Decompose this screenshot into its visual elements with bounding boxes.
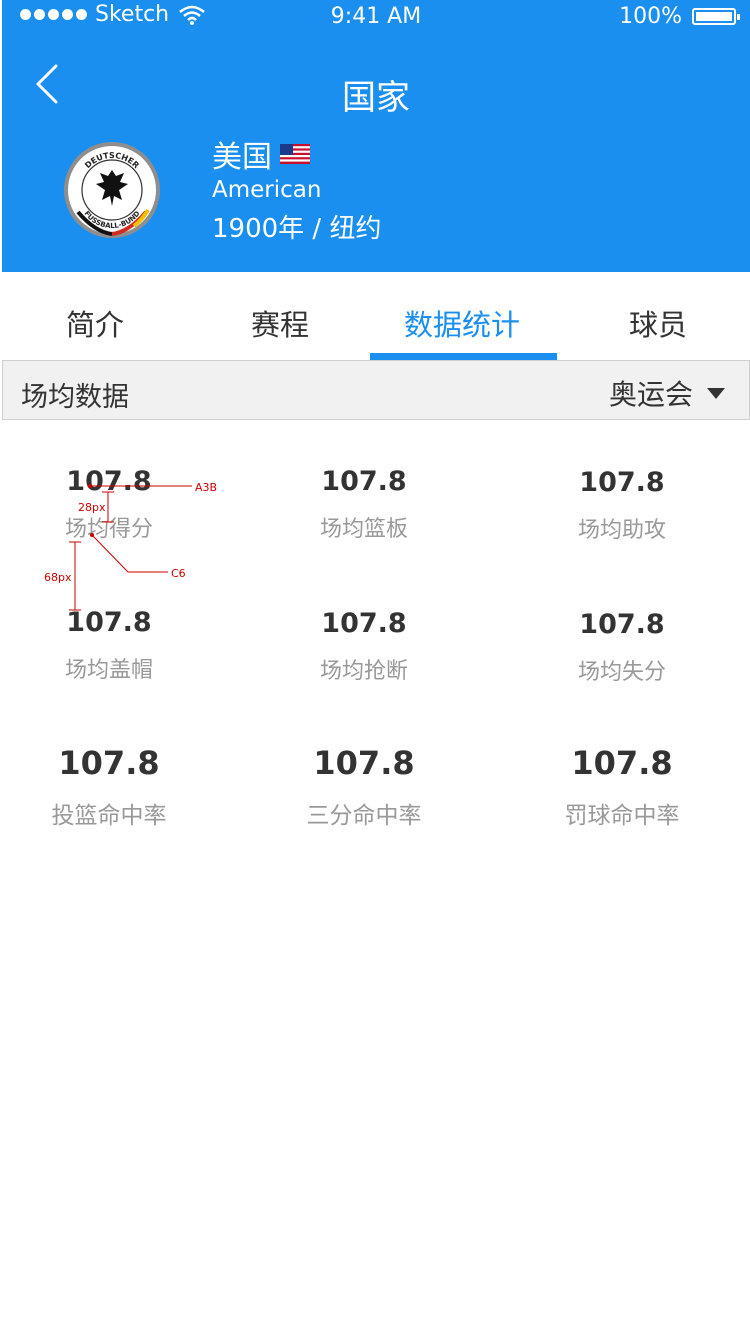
stat-label: 投篮命中率 [51, 803, 167, 829]
stat-label: 场均抢断 [319, 659, 408, 684]
section-header: 场均数据 奥运会 [2, 360, 750, 420]
stat-assists: 107.8 场均助攻 [507, 467, 737, 544]
annot-spacing-68: 68px [44, 571, 72, 584]
stat-label: 场均失分 [577, 660, 666, 685]
team-english-name: American [212, 177, 322, 203]
stat-value: 107.8 [321, 466, 407, 497]
stat-ft-percentage: 107.8 罚球命中率 [507, 744, 737, 830]
tab-schedule[interactable]: 赛程 [251, 302, 309, 344]
header: Sketch 9:41 AM 100% 国家 DEUTSCHER FUSSBAL… [2, 0, 750, 272]
stat-label: 场均得分 [64, 517, 153, 542]
us-flag-icon [280, 144, 310, 164]
team-name: 美国 [212, 140, 272, 175]
stat-label: 场均篮板 [319, 517, 408, 542]
battery-indicator: 100% [619, 4, 740, 29]
team-logo: DEUTSCHER FUSSBALL-BUND [64, 142, 160, 238]
stat-value: 107.8 [571, 744, 673, 782]
stat-points-allowed: 107.8 场均失分 [507, 609, 737, 686]
stat-value: 107.8 [579, 467, 665, 498]
stat-value: 107.8 [66, 466, 152, 497]
stat-label: 罚球命中率 [564, 803, 680, 829]
tab-statistics[interactable]: 数据统计 [404, 302, 520, 344]
page-title: 国家 [342, 78, 410, 118]
stat-blocks: 107.8 场均盖帽 [0, 607, 224, 684]
tab-players[interactable]: 球员 [629, 302, 687, 344]
annot-label-color: C6 [171, 567, 186, 580]
stat-3pt-percentage: 107.8 三分命中率 [249, 744, 479, 830]
stat-value: 107.8 [321, 608, 407, 639]
stat-rebounds: 107.8 场均篮板 [249, 466, 479, 543]
competition-dropdown[interactable]: 奥运会 [609, 373, 725, 413]
stat-value: 107.8 [66, 607, 152, 638]
team-founded: 1900年 / 纽约 [212, 214, 382, 244]
caret-down-icon [707, 387, 725, 399]
stat-label: 三分命中率 [306, 803, 422, 829]
stat-value: 107.8 [313, 744, 415, 782]
stat-points: 107.8 场均得分 [0, 466, 224, 543]
stat-fg-percentage: 107.8 投篮命中率 [0, 744, 224, 830]
dropdown-value: 奥运会 [608, 378, 693, 411]
status-bar: Sketch 9:41 AM 100% [2, 0, 750, 34]
stat-value: 107.8 [579, 609, 665, 640]
section-title: 场均数据 [21, 382, 129, 413]
stat-label: 场均助攻 [577, 518, 666, 543]
stat-value: 107.8 [58, 744, 160, 782]
team-name-row: 美国 [212, 132, 310, 176]
battery-percent: 100% [619, 4, 682, 29]
tab-bar: 简介 赛程 数据统计 球员 [0, 272, 750, 360]
stat-label: 场均盖帽 [64, 658, 153, 683]
battery-icon [692, 8, 740, 25]
stat-steals: 107.8 场均抢断 [249, 608, 479, 685]
tab-active-indicator [370, 353, 557, 360]
tab-intro[interactable]: 简介 [66, 302, 124, 344]
